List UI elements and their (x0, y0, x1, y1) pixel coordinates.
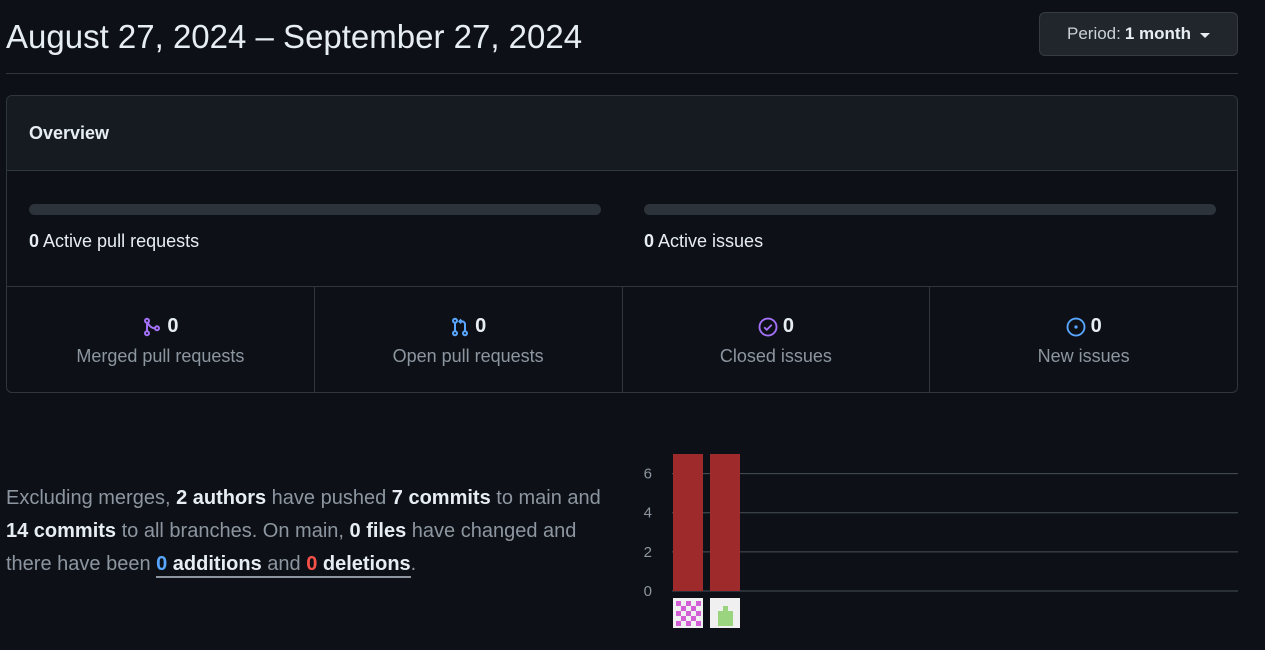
y-tick-label: 2 (644, 544, 652, 561)
commit-bar[interactable] (710, 454, 740, 591)
overview-activity-bars: 0 Active pull requests 0 Active issues (7, 171, 1237, 287)
open-pr-icon (450, 317, 470, 337)
identicon-cell (728, 616, 733, 621)
new-issues-label: New issues (1037, 346, 1130, 366)
closed-issues-count: 0 (782, 315, 794, 337)
additions-link[interactable]: 0 additions and 0 deletions (156, 553, 411, 578)
summary-text: to all branches. On main, (116, 520, 350, 542)
active-issues-bar (644, 204, 1216, 215)
identicon-cell (686, 621, 691, 626)
period-label: Period: (1067, 24, 1121, 43)
new-issues-count: 0 (1090, 315, 1102, 337)
date-range-title: August 27, 2024 – September 27, 2024 (6, 18, 583, 55)
summary-text: and (261, 553, 307, 575)
stat-new-issues[interactable]: 0 New issues (930, 287, 1237, 392)
identicon-cell (691, 606, 696, 611)
identicon-cell (676, 611, 681, 616)
stat-open-pull-requests[interactable]: 0 Open pull requests (315, 287, 623, 392)
summary-text: have pushed (266, 487, 392, 509)
identicon-cell (676, 601, 681, 606)
identicon-cell (681, 606, 686, 611)
commit-summary: Excluding merges, 2 authors have pushed … (6, 482, 626, 581)
stat-merged-pull-requests[interactable]: 0 Merged pull requests (7, 287, 315, 392)
identicon-cell (718, 621, 723, 626)
page-header: August 27, 2024 – September 27, 2024 Per… (6, 12, 1238, 74)
identicon-cell (718, 611, 723, 616)
identicon-cell (696, 621, 701, 626)
merged-pr-icon (142, 317, 162, 337)
commit-bar[interactable] (673, 454, 703, 591)
active-issues-count: 0 (644, 231, 655, 251)
merged-pr-count: 0 (167, 315, 179, 337)
overview-stats: 0 Merged pull requests 0 Open pull reque… (7, 287, 1237, 392)
active-issues-block: 0 Active issues (644, 204, 1216, 252)
identicon-cell (676, 621, 681, 626)
summary-text: to main and (490, 487, 601, 509)
open-pr-count: 0 (475, 315, 487, 337)
caret-down-icon (1199, 32, 1210, 38)
identicon-cell (691, 616, 696, 621)
y-tick-label: 0 (644, 583, 652, 600)
period-dropdown-button[interactable]: Period: 1 month (1039, 12, 1238, 56)
commits-main-count: 7 commits (391, 487, 491, 509)
identicon-cell (728, 611, 733, 616)
new-issue-icon (1066, 317, 1086, 337)
identicon-cell (723, 611, 728, 616)
identicon-cell (696, 601, 701, 606)
closed-issues-label: Closed issues (719, 346, 832, 366)
active-pull-requests-count: 0 (29, 231, 40, 251)
summary-text: . (410, 553, 417, 575)
summary-text: Excluding merges, (6, 487, 177, 509)
active-issues-link[interactable]: 0 Active issues (644, 231, 1216, 252)
deletions-label: deletions (317, 553, 411, 575)
overview-title: Overview (29, 122, 110, 143)
identicon-cell (686, 611, 691, 616)
active-pull-requests-bar (29, 204, 601, 215)
additions-label: additions (167, 553, 262, 575)
identicon-cell (723, 616, 728, 621)
period-value: 1 month (1124, 24, 1191, 43)
active-pull-requests-label: Active pull requests (43, 231, 200, 251)
authors-count: 2 authors (176, 487, 267, 509)
additions-count: 0 (156, 553, 168, 575)
merged-pr-label: Merged pull requests (76, 346, 245, 366)
identicon-cell (681, 616, 686, 621)
overview-panel: Overview 0 Active pull requests 0 Active… (6, 95, 1238, 393)
identicon-cell (723, 606, 728, 611)
identicon-cell (696, 611, 701, 616)
active-issues-label: Active issues (658, 231, 764, 251)
closed-issue-icon (758, 317, 778, 337)
stat-closed-issues[interactable]: 0 Closed issues (623, 287, 931, 392)
y-tick-label: 4 (644, 505, 652, 522)
active-pull-requests-block: 0 Active pull requests (29, 204, 601, 252)
identicon-cell (728, 621, 733, 626)
identicon-cell (723, 621, 728, 626)
files-count: 0 files (349, 520, 407, 542)
commits-all-count: 14 commits (6, 520, 117, 542)
open-pr-label: Open pull requests (392, 346, 544, 366)
deletions-count: 0 (306, 553, 318, 575)
active-pull-requests-link[interactable]: 0 Active pull requests (29, 231, 601, 252)
commits-by-author-chart: 0 2 4 6 (644, 454, 1238, 628)
overview-header: Overview (7, 96, 1237, 171)
identicon-cell (686, 601, 691, 606)
identicon-cell (718, 616, 723, 621)
y-tick-label: 6 (644, 466, 652, 483)
